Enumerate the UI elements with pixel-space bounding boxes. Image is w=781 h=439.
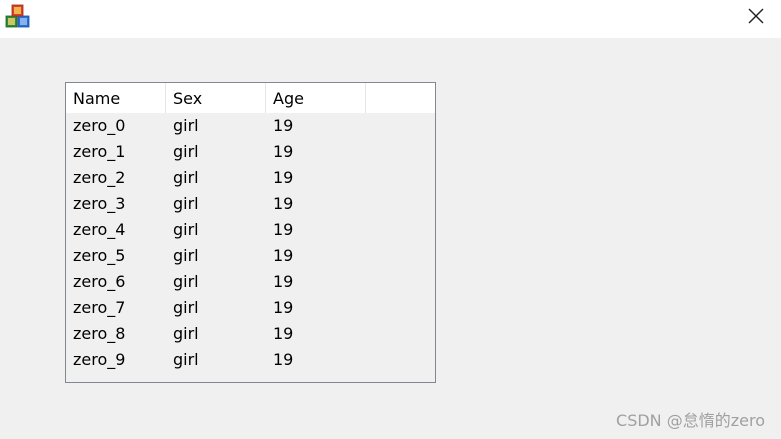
cell-age: 19 [273,324,294,343]
list-header: Name Sex Age [66,83,435,113]
cell-name: zero_2 [73,168,126,187]
cell-age: 19 [273,194,294,213]
cell-sex: girl [173,194,199,213]
toy-blocks-icon [5,4,31,28]
column-header-filler [366,83,435,113]
watermark-text: CSDN @怠惰的zero [616,411,765,430]
cell-name: zero_4 [73,220,126,239]
list-item[interactable]: zero_1 girl 19 [66,139,435,165]
cell-name: zero_3 [73,194,126,213]
cell-age: 19 [273,246,294,265]
cell-sex: girl [173,324,199,343]
title-bar[interactable] [0,0,781,38]
cell-age: 19 [273,168,294,187]
list-item[interactable]: zero_4 girl 19 [66,217,435,243]
cell-age: 19 [273,272,294,291]
cell-sex: girl [173,272,199,291]
cell-sex: girl [173,246,199,265]
cell-age: 19 [273,298,294,317]
list-item[interactable]: zero_5 girl 19 [66,243,435,269]
list-item[interactable]: zero_0 girl 19 [66,113,435,139]
cell-name: zero_8 [73,324,126,343]
cell-name: zero_1 [73,142,126,161]
cell-sex: girl [173,220,199,239]
close-button[interactable] [741,4,771,28]
app-window: Name Sex Age zero_0 girl 19 zero_1 girl … [0,0,781,439]
list-item[interactable]: zero_2 girl 19 [66,165,435,191]
list-item[interactable]: zero_3 girl 19 [66,191,435,217]
cell-age: 19 [273,116,294,135]
list-item[interactable]: zero_9 girl 19 [66,347,435,373]
cell-name: zero_5 [73,246,126,265]
cell-age: 19 [273,142,294,161]
cell-name: zero_9 [73,350,126,369]
cell-age: 19 [273,220,294,239]
column-header-name[interactable]: Name [66,83,166,113]
cell-sex: girl [173,168,199,187]
close-icon [748,8,764,24]
list-item[interactable]: zero_6 girl 19 [66,269,435,295]
cell-sex: girl [173,142,199,161]
list-view[interactable]: Name Sex Age zero_0 girl 19 zero_1 girl … [65,82,436,383]
column-header-age[interactable]: Age [266,83,366,113]
cell-sex: girl [173,350,199,369]
cell-sex: girl [173,116,199,135]
cell-name: zero_0 [73,116,126,135]
cell-name: zero_6 [73,272,126,291]
column-header-sex[interactable]: Sex [166,83,266,113]
cell-sex: girl [173,298,199,317]
list-item[interactable]: zero_7 girl 19 [66,295,435,321]
cell-name: zero_7 [73,298,126,317]
list-body: zero_0 girl 19 zero_1 girl 19 zero_2 gir… [66,113,435,382]
list-item[interactable]: zero_8 girl 19 [66,321,435,347]
cell-age: 19 [273,350,294,369]
